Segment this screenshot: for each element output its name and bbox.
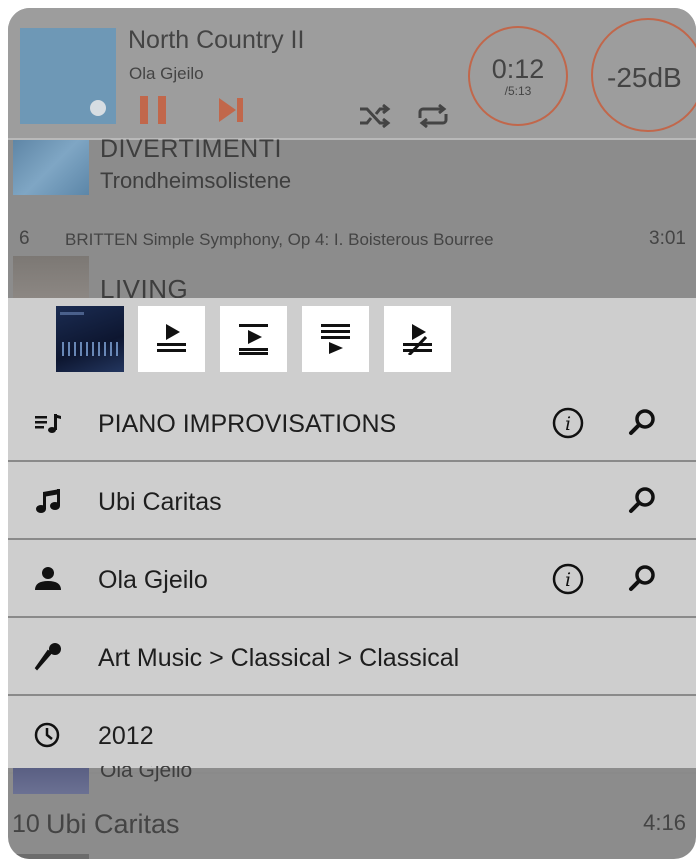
- play-now-button[interactable]: [138, 306, 205, 372]
- now-playing-artist: Ola Gjeilo: [129, 64, 204, 83]
- now-playing-title: North Country II: [128, 26, 305, 54]
- next-icon[interactable]: [216, 96, 246, 124]
- track-number: 10: [12, 810, 40, 838]
- music-note-icon: [33, 486, 63, 516]
- info-icon[interactable]: i: [550, 405, 586, 441]
- queue-album-art[interactable]: [13, 256, 89, 298]
- time-total: /5:13: [504, 84, 532, 98]
- now-playing-album-art[interactable]: [20, 28, 116, 124]
- search-icon[interactable]: [624, 561, 660, 597]
- queue-album-name: DIVERTIMENTI: [100, 136, 282, 160]
- track-title: Ubi Caritas: [46, 809, 180, 839]
- shuffle-icon[interactable]: [358, 102, 392, 130]
- add-to-queue-button[interactable]: [302, 306, 369, 372]
- queue-album-artist: Ola Gjeilo: [100, 766, 193, 782]
- microphone-icon: [33, 642, 63, 672]
- track-duration: 3:01: [649, 228, 686, 249]
- search-icon[interactable]: [624, 405, 660, 441]
- track-row[interactable]: Ubi Caritas: [8, 464, 696, 540]
- time-current: 0:12: [491, 54, 545, 84]
- track-number: 6: [19, 228, 30, 249]
- search-icon[interactable]: [624, 483, 660, 519]
- queue-album-art[interactable]: [13, 140, 89, 195]
- repeat-icon[interactable]: [416, 102, 450, 130]
- play-next-button[interactable]: [220, 306, 287, 372]
- artist-row[interactable]: Ola Gjeilo i: [8, 542, 696, 618]
- album-thumbnail: [56, 306, 124, 372]
- elapsed-time-button[interactable]: 0:12 /5:13: [468, 26, 568, 126]
- queue-track-row[interactable]: 10 Ubi Caritas 4:16: [8, 798, 696, 843]
- svg-text:i: i: [565, 569, 571, 591]
- now-playing-bar: North Country II Ola Gjeilo 0:12 /5:13 -…: [8, 8, 696, 140]
- volume-level: -25dB: [607, 62, 682, 93]
- album-row[interactable]: PIANO IMPROVISATIONS i: [8, 386, 696, 462]
- artist-name: Ola Gjeilo: [98, 566, 208, 594]
- track-options-panel: PIANO IMPROVISATIONS i Ubi Caritas Ola G…: [8, 298, 696, 774]
- year-row[interactable]: 2012: [8, 698, 696, 774]
- track-title: BRITTEN Simple Symphony, Op 4: I. Boiste…: [65, 230, 494, 249]
- volume-button[interactable]: -25dB: [591, 18, 696, 132]
- queue-album-artist: Trondheimsolistene: [100, 168, 292, 193]
- clear-and-play-button[interactable]: [384, 306, 451, 372]
- release-year: 2012: [98, 722, 154, 750]
- album-name: PIANO IMPROVISATIONS: [98, 410, 397, 438]
- track-name: Ubi Caritas: [98, 488, 222, 516]
- pause-icon[interactable]: [140, 96, 166, 124]
- clock-icon: [33, 720, 63, 750]
- playlist-icon: [33, 408, 63, 438]
- queue-album-name: LIVING: [100, 274, 189, 298]
- svg-text:i: i: [565, 413, 571, 435]
- track-duration: 4:16: [643, 810, 686, 835]
- queue-album-art[interactable]: [13, 854, 89, 859]
- app-frame: North Country II Ola Gjeilo 0:12 /5:13 -…: [8, 8, 696, 859]
- queue-track-row[interactable]: 6 BRITTEN Simple Symphony, Op 4: I. Bois…: [8, 218, 696, 258]
- person-icon: [33, 564, 63, 594]
- genre-path: Art Music > Classical > Classical: [98, 644, 460, 672]
- genre-row[interactable]: Art Music > Classical > Classical: [8, 620, 696, 696]
- queue-album-art[interactable]: [13, 768, 89, 794]
- info-icon[interactable]: i: [550, 561, 586, 597]
